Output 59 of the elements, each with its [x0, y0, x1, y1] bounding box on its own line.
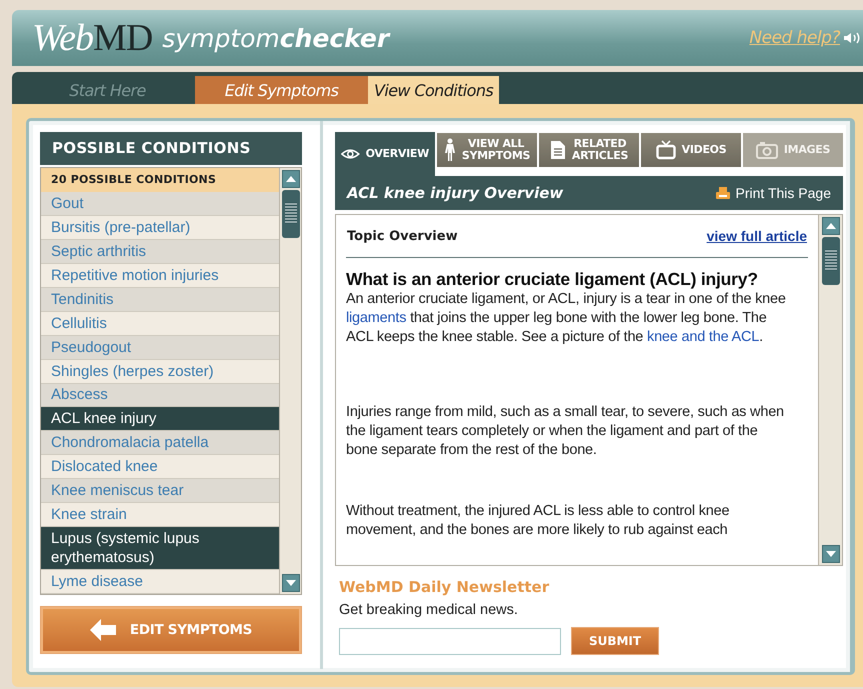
scrollbar-thumb[interactable] — [282, 190, 300, 238]
article-paragraph: Without treatment, the injured ACL is less able to control knee movement, and the bones are more likely to rub against each — [346, 502, 730, 540]
eye-icon — [341, 148, 360, 160]
caret-up-icon — [286, 176, 296, 182]
submit-button[interactable]: SUBMIT — [571, 627, 659, 655]
article-paragraph: Injuries range from mild, such as a small tear, to severe, such as when the ligament tears completely or when the ligament and part of the bone separate from the rest of the bone. — [346, 403, 785, 460]
scroll-up-button[interactable] — [822, 217, 840, 235]
arrow-icon — [90, 619, 116, 641]
text-link[interactable]: ligaments — [346, 310, 406, 326]
text-link[interactable]: knee and the ACL — [647, 329, 760, 345]
condition-item[interactable]: Knee meniscus tear — [41, 479, 279, 504]
condition-item[interactable]: Shingles (herpes zoster) — [41, 360, 279, 384]
condition-item[interactable]: Gout — [41, 192, 279, 216]
article-paragraph: An anterior cruciate ligament, or ACL, injury is a tear in one of the knee ligaments that joins the upper leg bone with the lower leg bone. The ACL keeps the knee stable. See a picture of the knee and the ACL. — [346, 290, 787, 347]
condition-item[interactable]: Dislocated knee — [41, 455, 279, 480]
condition-item[interactable]: Tendinitis — [41, 288, 279, 312]
caret-down-icon — [286, 580, 296, 586]
full-article-link[interactable]: view full article — [706, 228, 807, 244]
condition-item[interactable]: ACL knee injury — [41, 407, 279, 432]
step-tab[interactable]: View Conditions — [368, 76, 500, 104]
speaker-icon[interactable] — [843, 31, 861, 45]
scroll-up-button[interactable] — [282, 170, 300, 188]
email-field[interactable] — [339, 628, 561, 654]
condition-item[interactable]: Septic arthritis — [41, 240, 279, 264]
condition-item[interactable]: Abscess — [41, 384, 279, 408]
article-heading: What is an anterior cruciate ligament (ACL) injury? — [346, 269, 759, 290]
section-title: Topic Overview — [347, 228, 458, 244]
printer-icon — [716, 187, 730, 199]
article-title: ACL knee injury Overview — [347, 184, 564, 202]
condition-item[interactable]: Repetitive motion injuries — [41, 264, 279, 288]
newsletter-title: WebMD Daily Newsletter — [339, 578, 550, 596]
camera-icon — [756, 141, 778, 159]
condition-item[interactable]: Lupus (systemic lupus erythematosus) — [41, 527, 279, 570]
edit-symptoms-button[interactable]: EDIT SYMPTOMS — [40, 606, 302, 654]
content-tab[interactable]: RELATED ARTICLES — [539, 133, 639, 167]
newsletter-text: Get breaking medical news. — [339, 602, 519, 618]
condition-item[interactable]: Pseudogout — [41, 336, 279, 360]
condition-item[interactable]: Cellulitis — [41, 312, 279, 336]
document-icon — [550, 140, 566, 160]
scroll-down-button[interactable] — [822, 545, 840, 563]
television-icon — [656, 140, 676, 160]
panel-title: POSSIBLE CONDITIONS — [40, 132, 302, 165]
conditions-count: 20 POSSIBLE CONDITIONS — [41, 168, 279, 192]
scrollbar-thumb[interactable] — [822, 237, 840, 285]
scroll-down-button[interactable] — [282, 574, 300, 592]
content-tab[interactable]: VIEW ALL SYMPTOMS — [437, 133, 537, 167]
condition-item[interactable]: Bursitis (pre-patellar) — [41, 216, 279, 240]
condition-item[interactable]: Knee strain — [41, 503, 279, 528]
caret-down-icon — [826, 551, 836, 557]
print-link[interactable]: Print This Page — [716, 185, 831, 201]
condition-item[interactable]: Chondromalacia patella — [41, 431, 279, 456]
app-name: symptomchecker — [162, 24, 390, 52]
caret-up-icon — [826, 223, 836, 229]
person-icon — [444, 138, 456, 162]
content-tab[interactable]: OVERVIEW — [335, 132, 435, 176]
step-tab[interactable]: Edit Symptoms — [195, 76, 368, 104]
logo[interactable]: WebMD — [32, 16, 152, 60]
content-tab[interactable]: VIDEOS — [641, 133, 741, 167]
condition-item[interactable]: Lyme disease — [41, 570, 279, 594]
